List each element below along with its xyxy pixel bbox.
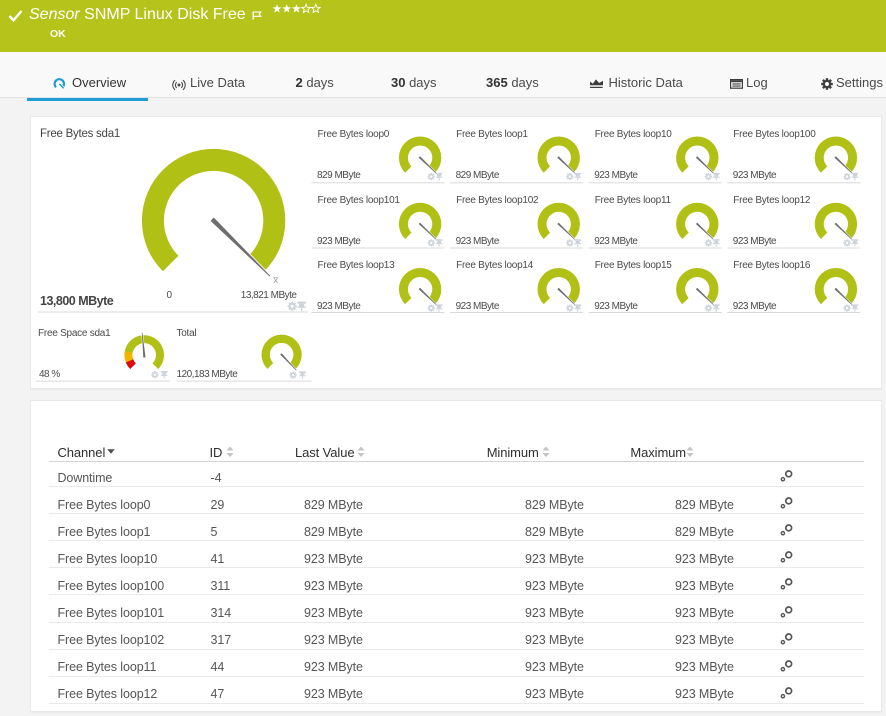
svg-text:x̅: x̅ xyxy=(273,275,279,285)
